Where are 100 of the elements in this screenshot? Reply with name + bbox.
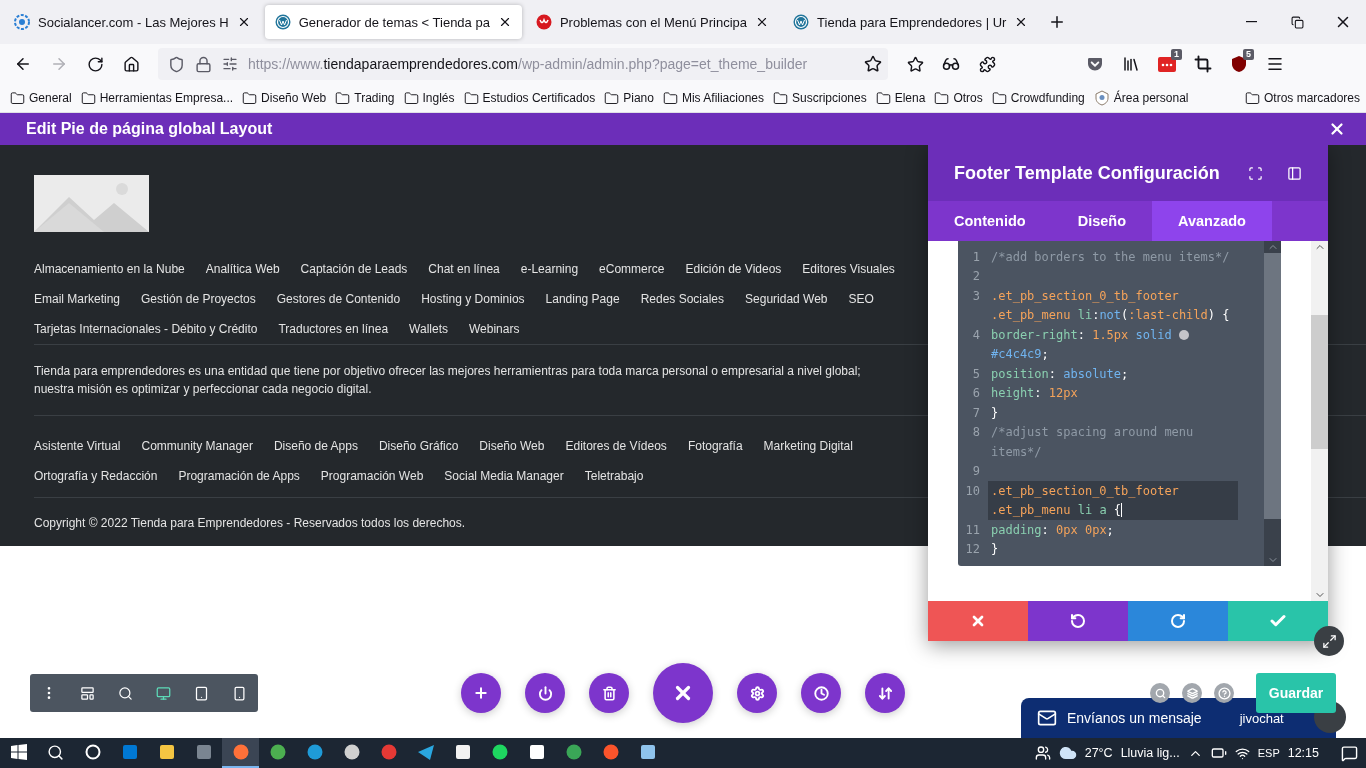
footer-link[interactable]: Marketing Digital bbox=[763, 439, 853, 453]
footer-link[interactable]: Hosting y Dominios bbox=[421, 292, 525, 306]
bookmark-item[interactable]: General bbox=[10, 90, 72, 106]
history-button[interactable] bbox=[801, 673, 841, 713]
layout-icon[interactable] bbox=[80, 685, 96, 701]
footer-link[interactable]: Editores Visuales bbox=[802, 262, 895, 276]
battery-icon[interactable] bbox=[1210, 745, 1227, 761]
extension-button[interactable]: 1 bbox=[1152, 49, 1182, 79]
close-icon[interactable] bbox=[1328, 120, 1346, 138]
bookmark-item[interactable]: Mis Afiliaciones bbox=[662, 90, 764, 106]
address-field[interactable]: https://www.tiendaparaemprendedores.com/wp-admin/admin.php?page=et_theme_builder bbox=[158, 48, 888, 80]
bookmark-item[interactable]: Herramientas Empresa... bbox=[80, 90, 234, 106]
add-button[interactable] bbox=[461, 673, 501, 713]
footer-link[interactable]: Diseño de Apps bbox=[273, 439, 358, 453]
bookmark-item[interactable]: Elena bbox=[875, 90, 926, 106]
sort-button[interactable] bbox=[865, 673, 905, 713]
bookmark-item[interactable]: Piano bbox=[604, 90, 654, 106]
footer-link[interactable]: Almacenamiento en la Nube bbox=[34, 262, 185, 276]
footer-link[interactable]: Traductores en línea bbox=[278, 322, 389, 336]
code-token: li a bbox=[1077, 503, 1107, 518]
footer-link[interactable]: Diseño Web bbox=[479, 439, 545, 453]
footer-link[interactable]: Diseño Gráfico bbox=[378, 439, 459, 453]
plus-icon bbox=[473, 685, 489, 701]
footer-link[interactable]: Ortografía y Redacción bbox=[34, 469, 158, 483]
footer-link[interactable]: Gestión de Proyectos bbox=[141, 292, 256, 306]
bookmark-item[interactable]: Otros bbox=[934, 90, 983, 106]
resize-handle[interactable] bbox=[1314, 626, 1344, 656]
footer-link[interactable]: Community Manager bbox=[141, 439, 253, 453]
bookmark-item[interactable]: Diseño Web bbox=[242, 90, 327, 106]
forward-arrow-icon bbox=[50, 55, 68, 73]
wifi-icon[interactable] bbox=[1234, 745, 1250, 761]
browser-tab[interactable]: Socialancer.com - Las Mejores H bbox=[4, 5, 261, 39]
menu-icon[interactable] bbox=[1266, 55, 1284, 73]
search-button[interactable] bbox=[1150, 683, 1170, 703]
footer-link[interactable]: Edición de Videos bbox=[685, 262, 782, 276]
footer-link[interactable]: Tarjetas Internacionales - Débito y Crédito bbox=[34, 322, 258, 336]
footer-link[interactable]: Asistente Virtual bbox=[34, 439, 121, 453]
browser-tab[interactable]: Tienda para Emprendedores | Ur bbox=[783, 5, 1039, 39]
settings-button[interactable] bbox=[737, 673, 777, 713]
footer-link[interactable]: Redes Sociales bbox=[640, 292, 725, 306]
people-icon[interactable] bbox=[1034, 745, 1051, 761]
footer-link[interactable]: Landing Page bbox=[545, 292, 620, 306]
bookmark-item[interactable]: Crowdfunding bbox=[991, 90, 1085, 106]
footer-link[interactable]: Captación de Leads bbox=[300, 262, 408, 276]
phone-icon[interactable] bbox=[231, 685, 247, 701]
desktop-icon[interactable] bbox=[155, 685, 171, 701]
color-swatch-icon bbox=[1178, 329, 1189, 340]
close-button[interactable] bbox=[653, 663, 713, 723]
footer-link[interactable]: SEO bbox=[848, 292, 874, 306]
footer-link[interactable]: e-Learning bbox=[520, 262, 579, 276]
code-token: ; bbox=[1041, 347, 1049, 362]
save-changes-button[interactable] bbox=[1228, 601, 1328, 641]
power-button[interactable] bbox=[525, 673, 565, 713]
browser-tab[interactable]: Problemas con el Menú Principa bbox=[525, 5, 780, 39]
sidebar-icon[interactable] bbox=[1287, 165, 1302, 181]
undo-button[interactable] bbox=[1028, 601, 1128, 641]
panel-title: Footer Template Configuración bbox=[954, 162, 1221, 184]
footer-link[interactable]: Fotografía bbox=[687, 439, 743, 453]
footer-link[interactable]: Chat en línea bbox=[428, 262, 500, 276]
bookmark-item[interactable]: Inglés bbox=[403, 90, 455, 106]
bookmark-item[interactable]: Suscripciones bbox=[773, 90, 867, 106]
footer-link[interactable]: Analítica Web bbox=[205, 262, 280, 276]
line-number: 5 bbox=[971, 366, 980, 381]
help-button[interactable] bbox=[1214, 683, 1234, 703]
bookmark-item[interactable]: Área personal bbox=[1093, 90, 1189, 106]
bookmark-star-icon[interactable] bbox=[864, 55, 882, 73]
footer-link[interactable]: Webinars bbox=[469, 322, 520, 336]
app-icon bbox=[157, 743, 176, 761]
footer-link[interactable]: Seguridad Web bbox=[745, 292, 828, 306]
code-token: : bbox=[1077, 327, 1086, 342]
footer-link[interactable]: Gestores de Contenido bbox=[276, 292, 401, 306]
panel-tab[interactable]: Avanzado bbox=[1152, 201, 1272, 241]
footer-link[interactable]: Social Media Manager bbox=[444, 469, 564, 483]
bookmark-item[interactable]: Otros marcadores bbox=[1244, 90, 1360, 106]
text-cursor bbox=[1121, 503, 1123, 518]
footer-link[interactable]: Programación de Apps bbox=[178, 469, 300, 483]
bookmark-item[interactable]: Trading bbox=[335, 90, 395, 106]
footer-link[interactable]: eCommerce bbox=[599, 262, 665, 276]
line-number: 7 bbox=[971, 405, 980, 420]
footer-link[interactable]: Wallets bbox=[409, 322, 448, 336]
home-icon bbox=[122, 55, 140, 73]
tablet-icon[interactable] bbox=[193, 685, 209, 701]
footer-link[interactable]: Editores de Vídeos bbox=[565, 439, 667, 453]
bookmark-item[interactable]: Estudios Certificados bbox=[463, 90, 596, 106]
extension-button[interactable]: 5 bbox=[1224, 49, 1254, 79]
footer-link[interactable]: Teletrabajo bbox=[584, 469, 644, 483]
browser-tab[interactable]: Generador de temas < Tienda pa bbox=[264, 5, 522, 39]
footer-link[interactable]: Programación Web bbox=[320, 469, 424, 483]
panel-tab[interactable]: Contenido bbox=[928, 201, 1052, 241]
app-icon bbox=[638, 743, 657, 761]
footer-link[interactable]: Email Marketing bbox=[34, 292, 121, 306]
code-editor[interactable] bbox=[958, 241, 1281, 566]
layers-button[interactable] bbox=[1182, 683, 1202, 703]
delete-button[interactable] bbox=[589, 673, 629, 713]
notifications-icon[interactable] bbox=[1341, 744, 1358, 762]
cloud-icon bbox=[1058, 744, 1077, 762]
panel-tab[interactable]: Diseño bbox=[1051, 201, 1153, 241]
folder-icon bbox=[1244, 90, 1260, 106]
focus-icon[interactable] bbox=[1248, 165, 1263, 181]
zoom-icon[interactable] bbox=[118, 685, 134, 701]
